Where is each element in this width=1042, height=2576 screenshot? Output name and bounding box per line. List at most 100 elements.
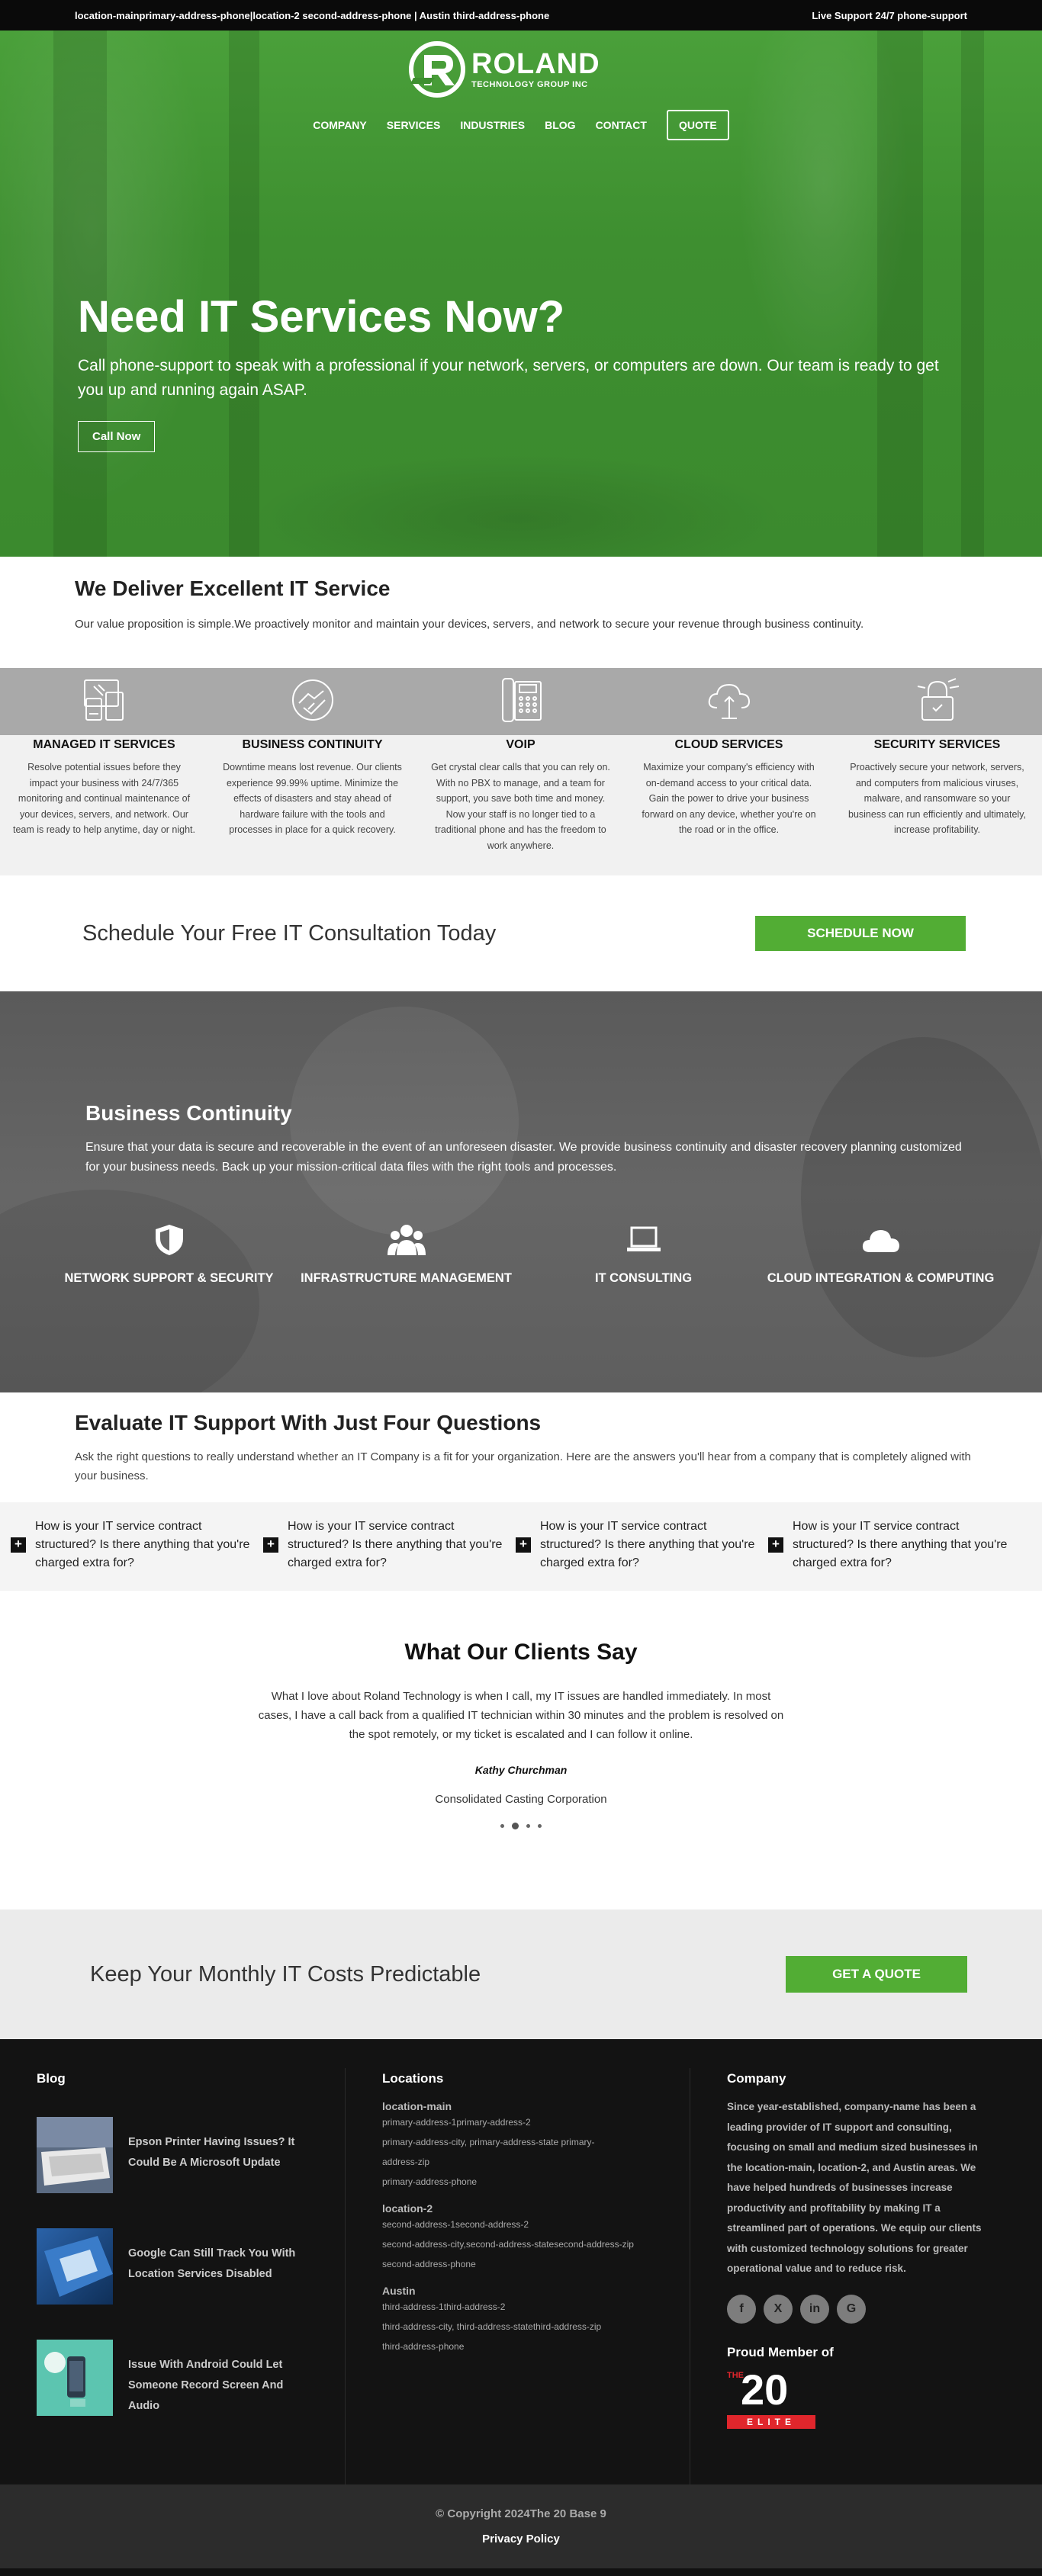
deliver-text: Our value proposition is simple.We proac… xyxy=(75,618,864,631)
nav-blog[interactable]: BLOG xyxy=(545,119,575,131)
laptop-icon xyxy=(626,1226,661,1251)
blog-post[interactable]: Google Can Still Track You With Location… xyxy=(37,2228,345,2305)
schedule-now-button[interactable]: SCHEDULE NOW xyxy=(755,916,966,951)
service-cloud[interactable]: CLOUD SERVICES Maximize your company's e… xyxy=(625,674,833,875)
location-phone[interactable]: second-address-phone xyxy=(382,2254,690,2274)
location-line: second-address-1second-address-2 xyxy=(382,2219,529,2230)
copyright-text: © Copyright 2024The 20 Base 9 xyxy=(436,2507,606,2520)
service-text: Maximize your company's efficiency with … xyxy=(642,762,816,835)
location-name: Austin xyxy=(382,2285,416,2297)
top-bar-locations: location-mainprimary-address-phone|locat… xyxy=(75,9,550,21)
nav-services[interactable]: SERVICES xyxy=(387,119,441,131)
continuity-item-consulting[interactable]: IT CONSULTING xyxy=(525,1220,762,1288)
continuity-item-label: IT CONSULTING xyxy=(594,1271,693,1285)
the-20-elite-badge: THE 20 ELITE xyxy=(727,2367,818,2432)
carousel-dot[interactable] xyxy=(538,1824,542,1828)
top-bar-support: Live Support 24/7 phone-support xyxy=(812,9,967,21)
logo-name: ROLAND xyxy=(471,48,600,80)
location-line: third-address-1third-address-2 xyxy=(382,2301,506,2312)
location-line: primary-address-1primary-address-2 xyxy=(382,2117,531,2128)
hero: ROLAND TECHNOLOGY GROUP INC COMPANY SERV… xyxy=(0,31,1042,557)
service-text: Get crystal clear calls that you can rel… xyxy=(431,762,610,851)
social-links: f X in G xyxy=(727,2294,1042,2324)
service-title: BUSINESS CONTINUITY xyxy=(242,738,383,751)
carousel-dots xyxy=(0,1823,1042,1829)
nav-industries[interactable]: INDUSTRIES xyxy=(460,119,525,131)
call-now-button[interactable]: Call Now xyxy=(78,421,156,452)
location-block: Austin third-address-1third-address-2 th… xyxy=(382,2285,690,2356)
continuity-item-label: INFRASTRUCTURE MANAGEMENT xyxy=(301,1271,512,1285)
faq-question: How is your IT service contract structur… xyxy=(35,1520,250,1569)
blog-post[interactable]: Issue With Android Could Let Someone Rec… xyxy=(37,2340,345,2417)
business-continuity-section: Business Continuity Ensure that your dat… xyxy=(0,991,1042,1392)
location-block: location-2 second-address-1second-addres… xyxy=(382,2202,690,2274)
blog-thumbnail-android xyxy=(37,2340,113,2416)
privacy-policy-link[interactable]: Privacy Policy xyxy=(0,2533,1042,2545)
location-line: primary-address-city, primary-address-st… xyxy=(382,2137,595,2167)
testimonial-company: Consolidated Casting Corporation xyxy=(435,1793,607,1806)
service-managed-it[interactable]: MANAGED IT SERVICES Resolve potential is… xyxy=(0,674,208,875)
footer-blog-title: Blog xyxy=(37,2071,66,2086)
plus-icon: + xyxy=(11,1537,26,1553)
carousel-dot[interactable] xyxy=(526,1824,530,1828)
deliver-title: We Deliver Excellent IT Service xyxy=(75,577,391,600)
x-twitter-icon[interactable]: X xyxy=(764,2294,793,2324)
faq-item[interactable]: + How is your IT service contract struct… xyxy=(0,1518,252,1591)
google-icon[interactable]: G xyxy=(837,2294,866,2324)
location-block: location-main primary-address-1primary-a… xyxy=(382,2100,690,2192)
service-voip[interactable]: VOIP Get crystal clear calls that you ca… xyxy=(416,674,625,875)
devices-icon xyxy=(83,679,124,721)
plus-icon: + xyxy=(263,1537,278,1553)
carousel-dot-active[interactable] xyxy=(512,1823,519,1829)
continuity-item-network[interactable]: NETWORK SUPPORT & SECURITY xyxy=(50,1220,288,1288)
service-security[interactable]: SECURITY SERVICES Proactively secure you… xyxy=(833,674,1041,875)
location-phone[interactable]: third-address-phone xyxy=(382,2337,690,2356)
faq-item[interactable]: + How is your IT service contract struct… xyxy=(505,1518,757,1591)
service-text: Proactively secure your network, servers… xyxy=(848,762,1026,835)
footer-locations-title: Locations xyxy=(382,2071,444,2086)
carousel-dot[interactable] xyxy=(500,1824,504,1828)
hero-title: Need IT Services Now? xyxy=(78,292,565,342)
blog-post-title: Issue With Android Could Let Someone Rec… xyxy=(128,2359,284,2412)
service-title: VOIP xyxy=(506,738,535,751)
cloud-upload-icon xyxy=(708,683,750,719)
location-phone[interactable]: primary-address-phone xyxy=(382,2172,690,2192)
footer-company-title: Company xyxy=(727,2071,786,2086)
get-a-quote-button[interactable]: GET A QUOTE xyxy=(786,1956,967,1993)
logo-tagline: TECHNOLOGY GROUP INC xyxy=(471,80,588,89)
evaluate-section: Evaluate IT Support With Just Four Quest… xyxy=(0,1392,1042,1502)
handshake-icon xyxy=(291,679,333,721)
continuity-item-cloud[interactable]: CLOUD INTEGRATION & COMPUTING xyxy=(762,1220,999,1288)
phone-icon xyxy=(501,678,542,722)
service-business-continuity[interactable]: BUSINESS CONTINUITY Downtime means lost … xyxy=(208,674,416,875)
security-lock-icon xyxy=(917,678,959,721)
footer: Blog Epson Printer Having Issues? It Cou… xyxy=(0,2039,1042,2484)
location-line: second-address-city,second-address-state… xyxy=(382,2239,634,2250)
services-section: MANAGED IT SERVICES Resolve potential is… xyxy=(0,668,1042,875)
nav-quote-button[interactable]: QUOTE xyxy=(666,110,729,140)
faq-question: How is your IT service contract structur… xyxy=(288,1520,503,1569)
plus-icon: + xyxy=(768,1537,783,1553)
schedule-cta: Schedule Your Free IT Consultation Today… xyxy=(0,875,1042,991)
nav-contact[interactable]: CONTACT xyxy=(596,119,647,131)
faq-item[interactable]: + How is your IT service contract struct… xyxy=(757,1518,1010,1591)
blog-post-title: Google Can Still Track You With Location… xyxy=(128,2247,296,2280)
service-title: CLOUD SERVICES xyxy=(674,738,783,751)
evaluate-title: Evaluate IT Support With Just Four Quest… xyxy=(75,1411,542,1434)
users-icon xyxy=(387,1225,426,1255)
cloud-icon xyxy=(862,1230,899,1252)
roland-logo-icon xyxy=(409,41,465,98)
faq-item[interactable]: + How is your IT service contract struct… xyxy=(252,1518,505,1591)
service-text: Resolve potential issues before they imp… xyxy=(12,762,195,835)
nav-company[interactable]: COMPANY xyxy=(313,119,367,131)
blog-thumbnail-printer xyxy=(37,2117,113,2193)
logo[interactable]: ROLAND TECHNOLOGY GROUP INC xyxy=(407,40,600,99)
blog-post[interactable]: Epson Printer Having Issues? It Could Be… xyxy=(37,2117,345,2193)
company-description: Since year-established, company-name has… xyxy=(727,2101,982,2274)
continuity-item-infrastructure[interactable]: INFRASTRUCTURE MANAGEMENT xyxy=(288,1220,525,1288)
costs-cta: Keep Your Monthly IT Costs Predictable G… xyxy=(0,1910,1042,2039)
schedule-text: Schedule Your Free IT Consultation Today xyxy=(82,920,497,946)
testimonials-section: What Our Clients Say What I love about R… xyxy=(0,1591,1042,1910)
facebook-icon[interactable]: f xyxy=(727,2294,756,2324)
linkedin-icon[interactable]: in xyxy=(800,2294,829,2324)
